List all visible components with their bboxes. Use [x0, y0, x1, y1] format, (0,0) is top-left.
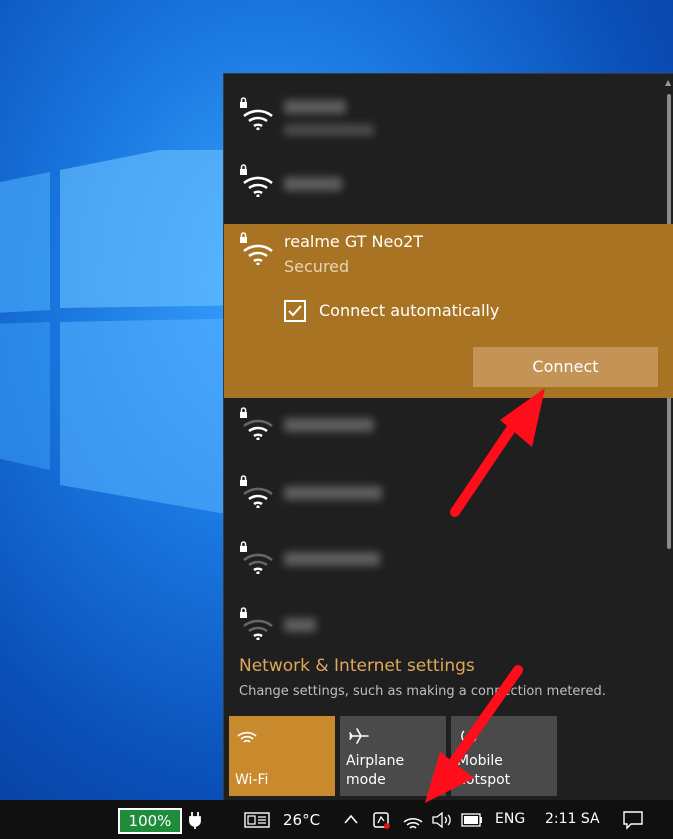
network-item[interactable]: [224, 149, 668, 215]
network-status-blurred: [284, 124, 374, 136]
connect-button[interactable]: Connect: [473, 347, 658, 387]
checkmark-icon: [288, 305, 302, 317]
quick-action-label: Airplane mode: [346, 753, 405, 788]
selected-network-panel[interactable]: realme GT Neo2T Secured Connect automati…: [224, 224, 673, 398]
network-name-blurred: [284, 486, 382, 500]
app-tray-icon[interactable]: [372, 810, 392, 830]
wifi-secured-icon: [240, 164, 273, 197]
quick-action-label: Mobile hotspot: [457, 753, 511, 788]
wifi-secured-icon: [240, 407, 273, 440]
volume-icon[interactable]: [431, 811, 453, 829]
network-item[interactable]: [224, 530, 668, 596]
news-weather-icon[interactable]: [244, 811, 272, 829]
network-item[interactable]: [224, 596, 668, 662]
airplane-icon: [349, 728, 369, 744]
wifi-icon: [237, 731, 257, 743]
battery-icon[interactable]: [461, 813, 483, 827]
network-item[interactable]: [224, 398, 668, 464]
wifi-secured-icon: [240, 541, 273, 574]
network-name-blurred: [284, 100, 346, 114]
wifi-secured-icon: [240, 232, 273, 265]
quick-action-airplane-mode[interactable]: Airplane mode: [340, 716, 446, 796]
wifi-secured-icon: [240, 607, 273, 640]
clock-time[interactable]: 2:11 SA: [545, 811, 600, 827]
battery-percentage[interactable]: 100%: [118, 808, 182, 834]
quick-action-mobile-hotspot[interactable]: Mobile hotspot: [451, 716, 557, 796]
quick-action-wifi[interactable]: Wi-Fi: [229, 716, 335, 796]
network-status: Secured: [284, 257, 350, 276]
network-name-blurred: [284, 618, 316, 632]
network-settings-description: Change settings, such as making a connec…: [239, 684, 606, 699]
notification-center-icon[interactable]: [622, 809, 644, 831]
wifi-secured-icon: [240, 97, 273, 130]
wifi-secured-icon: [240, 475, 273, 508]
network-item[interactable]: [224, 74, 668, 140]
network-item[interactable]: [224, 464, 668, 530]
network-name-blurred: [284, 418, 374, 432]
input-language[interactable]: ENG: [495, 811, 525, 827]
network-name-blurred: [284, 177, 342, 191]
wifi-tray-icon[interactable]: [403, 812, 423, 830]
connect-automatically-checkbox[interactable]: [284, 300, 306, 322]
windows-logo-wallpaper: [0, 150, 260, 520]
hotspot-icon: [461, 730, 477, 742]
weather-temperature[interactable]: 26°C: [283, 811, 320, 829]
connect-automatically-label[interactable]: Connect automatically: [319, 301, 499, 320]
network-settings-link[interactable]: Network & Internet settings: [239, 656, 475, 676]
chevron-up-icon[interactable]: [343, 813, 359, 825]
network-name: realme GT Neo2T: [284, 232, 424, 251]
charging-plug-icon: [189, 812, 201, 829]
quick-action-label: Wi-Fi: [235, 772, 269, 788]
taskbar: 100% 26°C ENG 2:11 SA: [0, 800, 673, 839]
wifi-flyout: ▲ realme GT Neo2T Secured Connect automa…: [223, 73, 673, 801]
network-name-blurred: [284, 552, 380, 566]
